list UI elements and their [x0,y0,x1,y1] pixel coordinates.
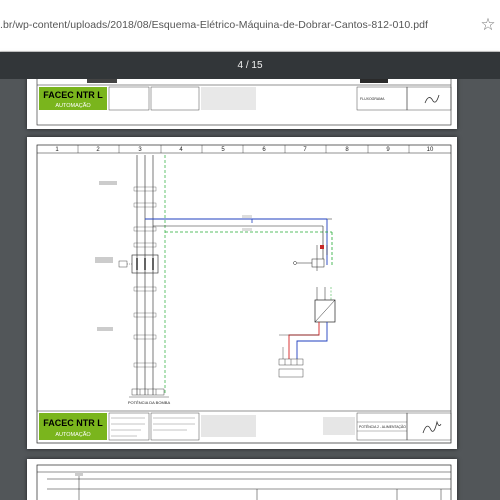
machine-photo [87,79,117,83]
pump-label: POTÊNCIA DA BOMBA [128,400,171,405]
logo-subtitle: AUTOMAÇÃO [55,431,91,438]
logo-text: FACEC NTR L [43,90,103,100]
wire-blue [145,218,253,223]
blurred-field [323,417,355,435]
relay-cluster [293,245,328,271]
column-number: 9 [386,147,390,153]
pdf-viewer-area[interactable]: FACEC NTR L AUTOMAÇÃO FLUXOGRAMA 1 2 3 4… [0,79,500,500]
column-number: 7 [303,147,307,153]
column-number: 6 [262,147,266,153]
machine-photo [360,79,388,83]
column-number: 10 [427,147,434,153]
pdf-page-5 [27,459,457,500]
motor-breaker [118,254,159,274]
terminal-blocks [131,358,304,396]
url-text[interactable]: .br/wp-content/uploads/2018/08/Esquema-E… [0,10,460,40]
schematic-drawing: 1 2 3 4 5 6 7 8 9 10 POTÊNCIA DA BOMBA F… [36,144,452,444]
logo-text: FACEC NTR L [43,418,103,428]
blurred-field [201,415,256,437]
signature [424,94,440,104]
pdf-toolbar: 4 / 15 [0,52,500,79]
column-number: 1 [55,147,59,153]
logo-subtitle: AUTOMAÇÃO [55,102,91,109]
power-supply [314,287,336,323]
column-number: 2 [96,147,100,153]
signature [422,420,442,434]
bookmark-star-icon[interactable]: ☆ [478,14,498,36]
title-block-project: POTÊNCIA 2 - ALIMENTAÇÃO [359,424,406,429]
pdf-page-3-drawing: FACEC NTR L AUTOMAÇÃO FLUXOGRAMA [36,79,452,126]
pdf-page-5-drawing [36,464,452,500]
column-number: 4 [179,147,183,153]
address-bar[interactable]: .br/wp-content/uploads/2018/08/Esquema-E… [0,0,500,52]
pdf-page-4: 1 2 3 4 5 6 7 8 9 10 POTÊNCIA DA BOMBA F… [27,137,457,449]
column-number: 3 [138,147,142,153]
wire-blue-dc [296,322,328,359]
column-number: 8 [345,147,349,153]
wire-red [288,322,320,359]
title-block-project: FLUXOGRAMA [360,97,385,101]
page-counter: 4 / 15 [237,60,263,71]
column-number: 5 [221,147,225,153]
pdf-page-3: FACEC NTR L AUTOMAÇÃO FLUXOGRAMA [27,79,457,129]
